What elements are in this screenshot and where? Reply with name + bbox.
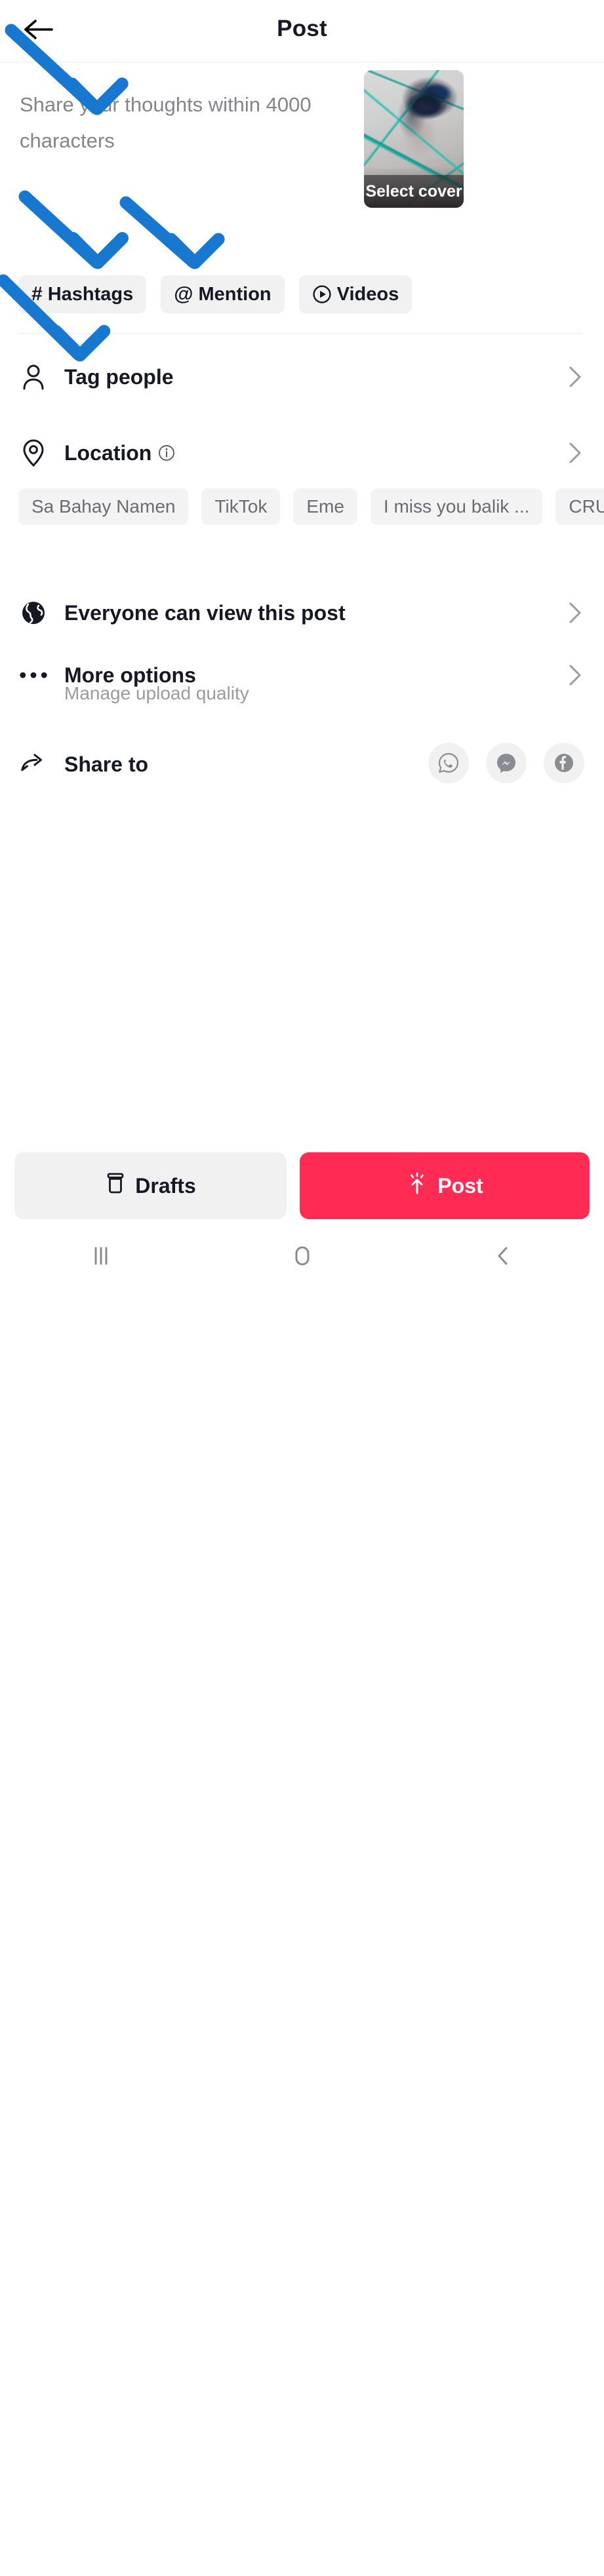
play-circle-icon xyxy=(312,284,332,304)
globe-icon xyxy=(20,599,47,627)
drafts-button[interactable]: Drafts xyxy=(14,1152,287,1219)
location-pin-icon xyxy=(20,439,47,467)
chevron-right-icon xyxy=(566,366,584,388)
suggestion-chip[interactable]: TikTok xyxy=(201,488,281,525)
row-location-label: Location xyxy=(64,441,175,465)
chip-videos-label: Videos xyxy=(336,283,399,305)
caption-input[interactable]: Share your thoughts within 4000 characte… xyxy=(20,87,328,159)
cover-thumbnail[interactable]: Select cover xyxy=(364,70,464,208)
post-label: Post xyxy=(437,1173,483,1198)
row-privacy-label: Everyone can view this post xyxy=(64,600,346,625)
android-navbar xyxy=(0,1223,604,1288)
chevron-right-icon xyxy=(566,602,584,624)
post-button[interactable]: Post xyxy=(300,1152,590,1219)
facebook-icon xyxy=(555,754,573,772)
nav-back-icon xyxy=(498,1247,507,1264)
row-location[interactable]: Location xyxy=(0,425,604,481)
row-share-to-label: Share to xyxy=(64,752,149,776)
bottom-action-bar: Drafts Post xyxy=(0,1152,604,1223)
hash-icon: # xyxy=(31,283,43,305)
select-cover-label: Select cover xyxy=(365,182,462,201)
row-tag-people[interactable]: Tag people xyxy=(0,349,604,405)
chip-mention-label: Mention xyxy=(198,283,272,305)
chevron-right-icon xyxy=(566,664,584,686)
chip-hashtags-label: Hashtags xyxy=(47,283,134,305)
insert-chip-row: # Hashtags @ Mention Videos xyxy=(18,275,413,313)
page-title: Post xyxy=(277,16,327,41)
upload-sparkle-icon xyxy=(406,1171,428,1200)
select-cover-button[interactable]: Select cover xyxy=(364,175,464,208)
share-target-facebook[interactable] xyxy=(544,743,584,783)
share-target-row xyxy=(428,743,584,783)
drafts-label: Drafts xyxy=(135,1173,196,1198)
suggestion-chip[interactable]: Eme xyxy=(293,488,357,525)
chevron-right-icon xyxy=(566,442,584,464)
row-more-options-sublabel: Manage upload quality xyxy=(64,683,249,703)
at-icon: @ xyxy=(174,283,193,305)
chip-mention[interactable]: @ Mention xyxy=(161,275,285,313)
location-suggestion-row[interactable]: Sa Bahay Namen TikTok Eme I miss you bal… xyxy=(18,488,604,525)
info-icon[interactable] xyxy=(158,444,175,461)
navbar-back-button[interactable] xyxy=(464,1233,543,1279)
app-header: Post xyxy=(0,0,604,62)
suggestion-chip[interactable]: CRU xyxy=(555,488,604,525)
person-icon xyxy=(20,363,47,391)
row-tag-people-label: Tag people xyxy=(64,364,174,389)
home-icon xyxy=(295,1246,309,1265)
share-target-whatsapp[interactable] xyxy=(428,743,469,783)
share-arrow-icon xyxy=(20,751,47,778)
suggestion-chip[interactable]: Sa Bahay Namen xyxy=(18,488,189,525)
navbar-home-button[interactable] xyxy=(263,1233,342,1279)
chip-hashtags[interactable]: # Hashtags xyxy=(18,275,147,313)
recents-icon xyxy=(94,1247,107,1264)
section-divider xyxy=(18,333,582,334)
ellipsis-icon xyxy=(20,661,47,689)
whatsapp-icon xyxy=(438,752,459,773)
row-privacy[interactable]: Everyone can view this post xyxy=(0,585,604,641)
chip-videos[interactable]: Videos xyxy=(298,275,413,313)
messenger-icon xyxy=(497,754,515,773)
drafts-icon xyxy=(105,1172,126,1200)
navbar-recents-button[interactable] xyxy=(62,1233,140,1279)
suggestion-chip[interactable]: I miss you balik ... xyxy=(370,488,543,525)
share-target-messenger[interactable] xyxy=(486,743,527,783)
